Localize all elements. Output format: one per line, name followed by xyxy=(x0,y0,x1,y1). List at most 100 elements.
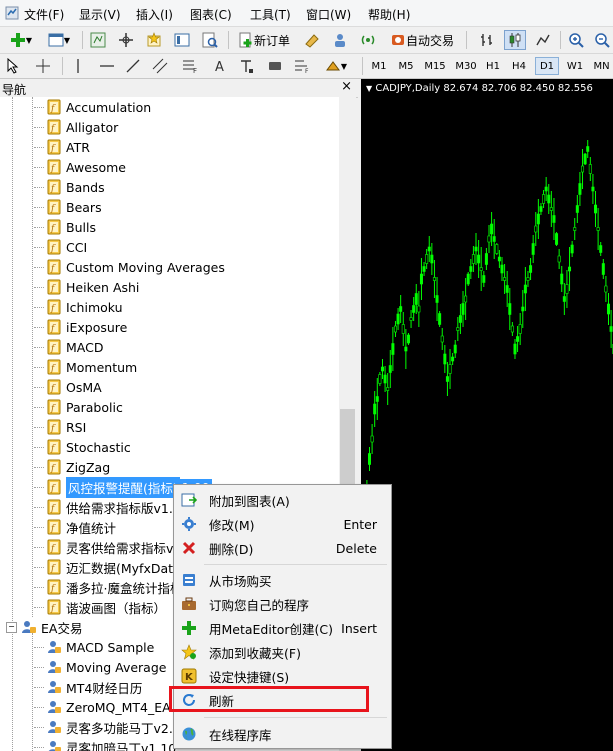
zoom-out-button[interactable] xyxy=(592,30,612,50)
indicator-item[interactable]: f MACD xyxy=(46,337,103,357)
custom-indicator-item[interactable]: f 迈汇数据(MyfxData xyxy=(46,557,181,577)
collapse-toggle-icon[interactable]: − xyxy=(6,621,17,633)
indicator-icon: f xyxy=(47,419,61,435)
expert-advisor-item[interactable]: MT4财经日历 xyxy=(46,677,142,697)
tf-m30[interactable]: M30 xyxy=(452,57,480,75)
menu-help[interactable]: 帮助(H) xyxy=(368,6,410,23)
indicator-item[interactable]: f Stochastic xyxy=(46,437,131,457)
terminal-button[interactable] xyxy=(172,30,192,50)
new-order-button[interactable]: 新订单 xyxy=(234,30,294,50)
expert-advisor-item[interactable]: ZeroMQ_MT4_EA xyxy=(46,697,171,717)
expert-advisor-item[interactable]: Moving Average xyxy=(46,657,166,677)
metaeditor-button[interactable] xyxy=(302,30,322,50)
custom-indicator-item[interactable]: f 净值统计 xyxy=(46,517,116,537)
fibonacci-button[interactable]: F xyxy=(180,56,200,76)
indicator-item[interactable]: f RSI xyxy=(46,417,86,437)
signals-button[interactable] xyxy=(358,30,378,50)
tf-w1[interactable]: W1 xyxy=(563,57,587,75)
context-menu-item-attach[interactable]: 附加到图表(A) xyxy=(176,489,387,511)
custom-indicator-item[interactable]: f 潘多拉·魔盒统计指标 xyxy=(46,577,182,597)
menu-view[interactable]: 显示(V) xyxy=(79,6,121,23)
trendline-button[interactable] xyxy=(124,56,142,76)
horizontal-line-icon xyxy=(100,65,114,67)
indicator-item[interactable]: f Bands xyxy=(46,177,105,197)
indicator-item[interactable]: f Momentum xyxy=(46,357,137,377)
candlestick-chart-button[interactable] xyxy=(504,30,526,50)
tf-m5[interactable]: M5 xyxy=(394,57,418,75)
arrows-button[interactable]: F xyxy=(292,56,312,76)
rectangle-button[interactable] xyxy=(266,56,284,76)
context-menu-item-delete[interactable]: 删除(D) Delete xyxy=(176,537,387,559)
tf-m15[interactable]: M15 xyxy=(421,57,449,75)
indicator-item[interactable]: f Bulls xyxy=(46,217,96,237)
line-chart-button[interactable] xyxy=(532,30,554,50)
indicator-item[interactable]: f ATR xyxy=(46,137,90,157)
indicator-icon: f xyxy=(47,359,61,375)
new-chart-button[interactable]: ▼ xyxy=(4,30,38,50)
app-icon[interactable] xyxy=(5,6,19,23)
auto-trading-button[interactable]: 自动交易 xyxy=(386,30,458,50)
expert-advisor-item[interactable]: MACD Sample xyxy=(46,637,154,657)
indicator-item[interactable]: f Awesome xyxy=(46,157,126,177)
indicator-item[interactable]: f Parabolic xyxy=(46,397,123,417)
bar-chart-button[interactable] xyxy=(476,30,498,50)
candle-body xyxy=(586,146,590,152)
vertical-line-button[interactable] xyxy=(70,56,86,76)
menu-window[interactable]: 窗口(W) xyxy=(306,6,351,23)
custom-indicator-item[interactable]: f 灵客供给需求指标v1 xyxy=(46,537,181,557)
indicator-item[interactable]: f Bears xyxy=(46,197,102,217)
custom-indicator-item[interactable]: f 谐波画图（指标） xyxy=(46,597,166,617)
menu-chart[interactable]: 图表(C) xyxy=(190,6,232,23)
context-menu-item-gear[interactable]: 修改(M) Enter xyxy=(176,513,387,535)
context-menu-item-globe[interactable]: 在线程序库 xyxy=(176,723,387,745)
tf-mn[interactable]: MN xyxy=(590,57,613,75)
context-menu-item-briefcase[interactable]: 订购您自己的程序 xyxy=(176,593,387,615)
expert-advisor-item[interactable]: 灵客多功能马丁v2.0 xyxy=(46,717,181,737)
crosshair-button[interactable] xyxy=(34,56,52,76)
indicator-item[interactable]: f iExposure xyxy=(46,317,127,337)
profiles-button[interactable]: ▼ xyxy=(42,30,76,50)
candle-body xyxy=(570,244,574,254)
indicator-item[interactable]: f ZigZag xyxy=(46,457,110,477)
tf-h1[interactable]: H1 xyxy=(482,57,504,75)
channel-button[interactable] xyxy=(150,56,170,76)
vertical-line-icon xyxy=(77,59,79,73)
candle-body xyxy=(414,293,418,305)
navigator-close-button[interactable]: × xyxy=(341,79,352,94)
custom-indicator-item[interactable]: f 供给需求指标版v1.4 xyxy=(46,497,181,517)
data-window-button[interactable] xyxy=(116,30,136,50)
indicator-item[interactable]: f Accumulation xyxy=(46,97,151,117)
context-menu-item-plus[interactable]: 用MetaEditor创建(C) Insert xyxy=(176,617,387,639)
context-menu-item-key[interactable]: K 设定快捷键(S) xyxy=(176,665,387,687)
context-menu-item-star[interactable]: 添加到收藏夹(F) xyxy=(176,641,387,663)
context-menu-label: 删除(D) xyxy=(209,541,254,557)
community-button[interactable] xyxy=(330,30,350,50)
tester-button[interactable] xyxy=(200,30,220,50)
tf-d1[interactable]: D1 xyxy=(535,57,559,75)
cursor-button[interactable] xyxy=(4,56,22,76)
tf-m1[interactable]: M1 xyxy=(368,57,390,75)
horizontal-line-button[interactable] xyxy=(98,56,116,76)
objects-dropdown-button[interactable]: ▼ xyxy=(322,56,350,76)
text-button[interactable]: A xyxy=(212,56,228,76)
candle-body xyxy=(523,284,527,294)
text-label-button[interactable] xyxy=(238,56,256,76)
chart-window[interactable]: ▼ CADJPY,Daily 82.674 82.706 82.450 82.5… xyxy=(361,79,613,751)
menu-file[interactable]: 文件(F) xyxy=(24,6,64,23)
zoom-in-button[interactable] xyxy=(566,30,586,50)
candle-body xyxy=(456,327,460,331)
navigator-button[interactable] xyxy=(144,30,164,50)
indicator-item[interactable]: f CCI xyxy=(46,237,87,257)
menu-tools[interactable]: 工具(T) xyxy=(250,6,291,23)
indicator-item[interactable]: f Custom Moving Averages xyxy=(46,257,225,277)
indicator-item[interactable]: f Heiken Ashi xyxy=(46,277,139,297)
tf-h4[interactable]: H4 xyxy=(508,57,530,75)
menu-insert[interactable]: 插入(I) xyxy=(136,6,173,23)
context-menu-item-market[interactable]: 从市场购买 xyxy=(176,569,387,591)
indicator-item[interactable]: f Alligator xyxy=(46,117,118,137)
tree-group-expert-advisors[interactable]: − EA交易 xyxy=(6,617,82,637)
indicator-item[interactable]: f OsMA xyxy=(46,377,102,397)
expert-advisor-item[interactable]: 灵客加暗马丁v1.10 xyxy=(46,737,176,751)
market-watch-button[interactable] xyxy=(88,30,108,50)
indicator-item[interactable]: f Ichimoku xyxy=(46,297,123,317)
